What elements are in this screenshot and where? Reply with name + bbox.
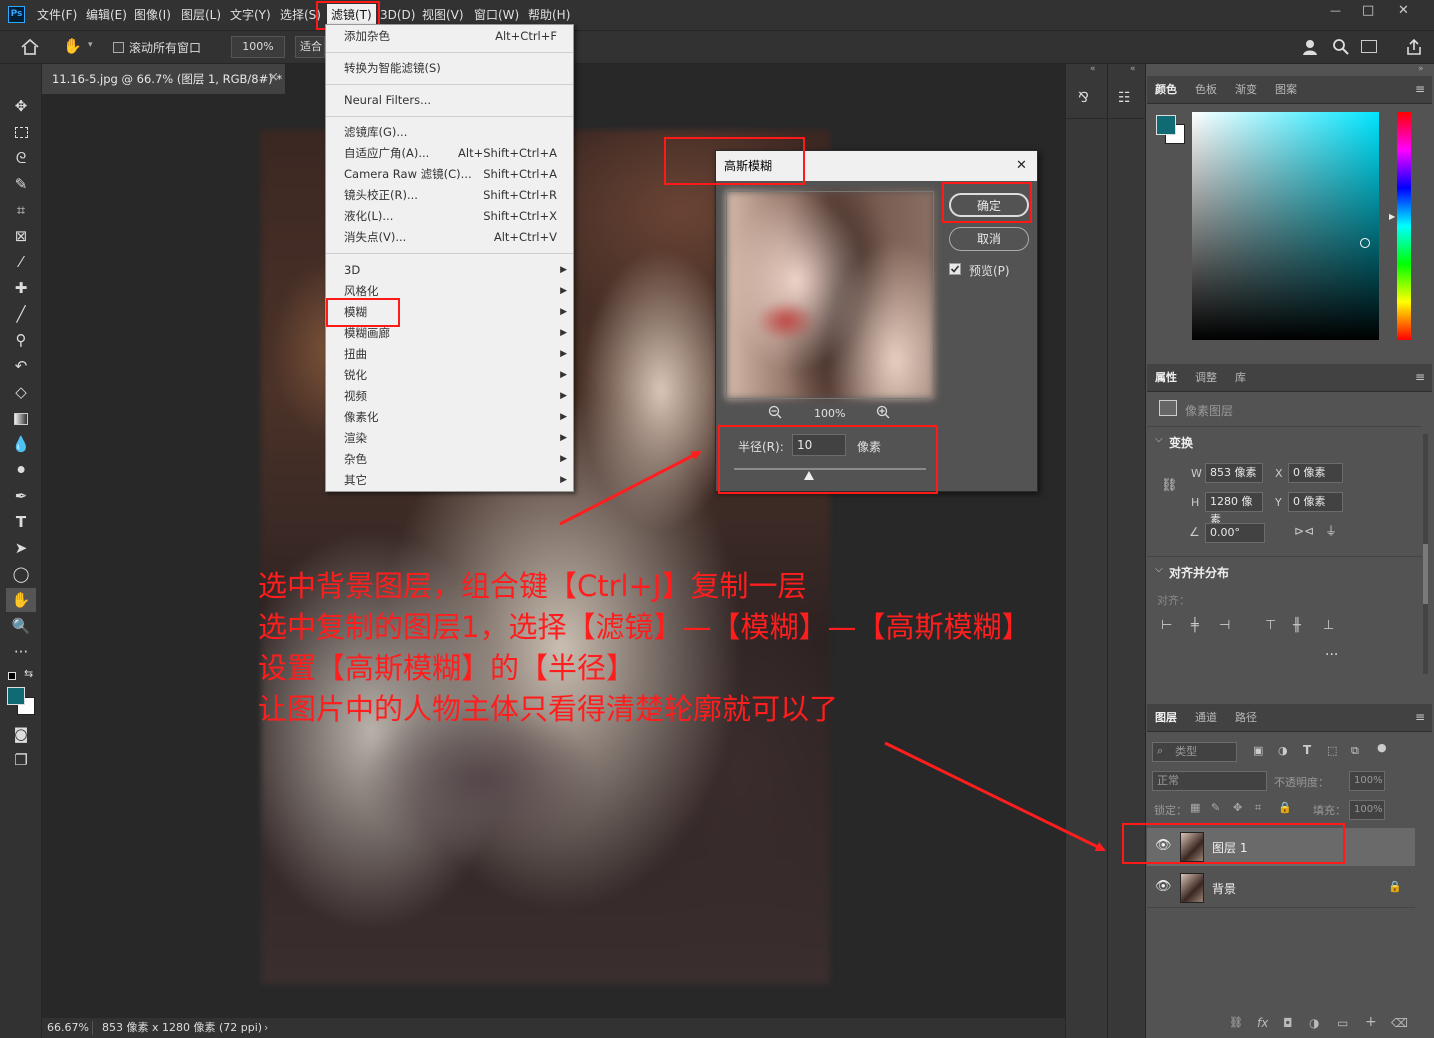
annotation-line-1: 选中背景图层，组合键【Ctrl+J】复制一层 — [258, 569, 807, 603]
arrow-to-layer1 — [884, 741, 1106, 852]
annotation-line-2: 选中复制的图层1，选择【滤镜】—【模糊】—【高斯模糊】 — [258, 610, 1031, 644]
highlight-layer1 — [1122, 823, 1345, 864]
annotation-line-4: 让图片中的人物主体只看得清楚轮廓就可以了 — [258, 692, 839, 726]
annotation-arrows — [559, 450, 1106, 852]
arrow-to-radius — [559, 450, 702, 526]
annotation-line-3: 设置【高斯模糊】的【半径】 — [258, 651, 636, 685]
